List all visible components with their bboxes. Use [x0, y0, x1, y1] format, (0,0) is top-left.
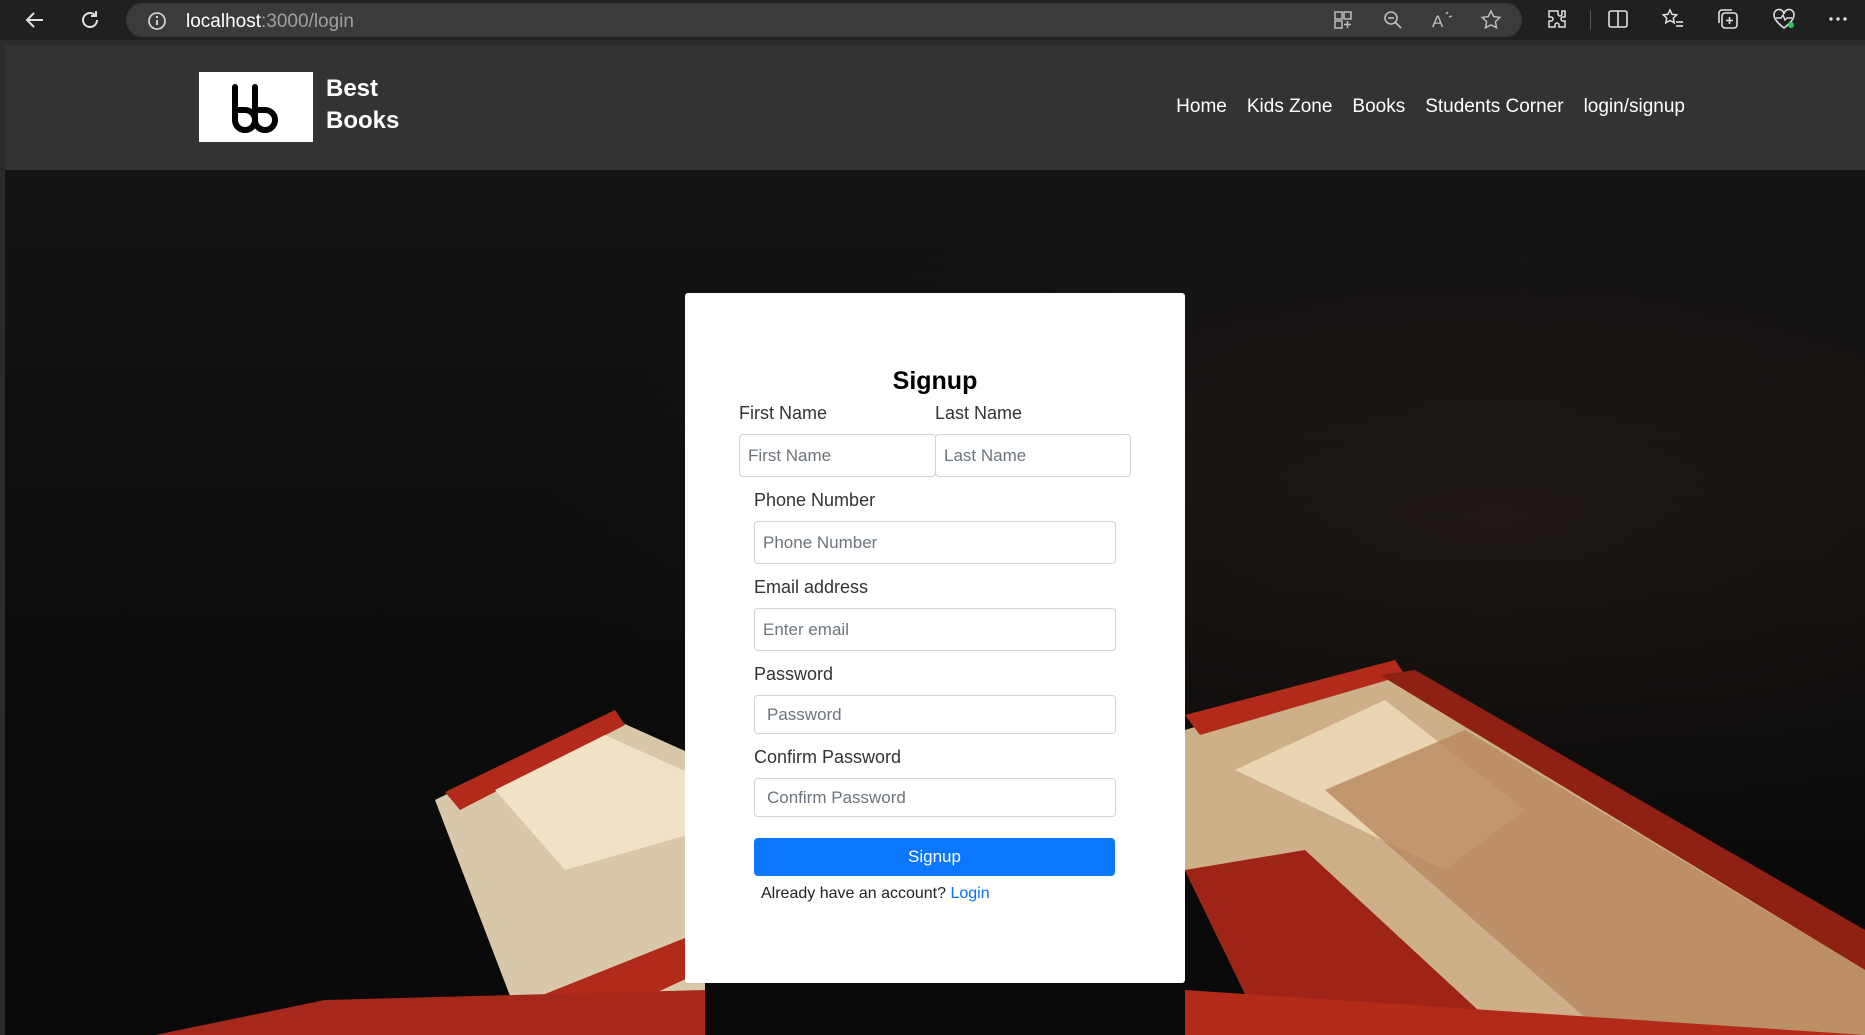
- refresh-icon[interactable]: [75, 6, 105, 34]
- nav-kids-zone[interactable]: Kids Zone: [1247, 96, 1333, 118]
- first-name-label: First Name: [739, 403, 828, 423]
- back-icon[interactable]: [20, 6, 50, 34]
- read-aloud-icon[interactable]: A: [1431, 9, 1455, 31]
- email-input[interactable]: [754, 608, 1116, 651]
- address-bar[interactable]: localhost:3000/login A: [126, 3, 1522, 37]
- nav-login-signup[interactable]: login/signup: [1584, 96, 1685, 118]
- last-name-input[interactable]: [935, 434, 1131, 477]
- signup-button[interactable]: Signup: [754, 838, 1115, 876]
- logo-mark: [232, 84, 278, 133]
- email-label: Email address: [754, 577, 869, 597]
- site-info-icon[interactable]: [147, 11, 167, 36]
- toolbar-divider: [1590, 10, 1591, 30]
- url-path: :3000/login: [261, 11, 354, 32]
- more-menu-icon[interactable]: [1826, 7, 1854, 33]
- account-prompt-text: Already have an account?: [761, 885, 947, 902]
- browser-health-icon[interactable]: [1771, 7, 1799, 33]
- phone-input[interactable]: [754, 521, 1116, 564]
- favorite-star-icon[interactable]: [1480, 9, 1504, 31]
- brand-name[interactable]: Best Books: [326, 73, 446, 137]
- page-viewport: Best Books Home Kids Zone Books Students…: [5, 45, 1865, 1035]
- login-prompt: Already have an account? Login: [761, 885, 990, 903]
- collections-icon[interactable]: [1716, 7, 1744, 33]
- confirm-password-label: Confirm Password: [754, 747, 902, 767]
- form-title: Signup: [892, 367, 978, 395]
- favorites-icon[interactable]: [1661, 7, 1689, 33]
- nav-books[interactable]: Books: [1352, 96, 1405, 118]
- last-name-label: Last Name: [935, 403, 1023, 423]
- extensions-icon[interactable]: [1545, 7, 1573, 33]
- brand-line-2: Books: [326, 107, 400, 134]
- first-name-input[interactable]: [739, 434, 936, 477]
- url-text[interactable]: localhost:3000/login: [186, 11, 354, 33]
- app-grid-icon[interactable]: [1332, 9, 1356, 31]
- nav-home[interactable]: Home: [1176, 96, 1227, 118]
- login-link[interactable]: Login: [950, 885, 989, 902]
- logo[interactable]: [199, 72, 313, 142]
- svg-text:A: A: [1432, 12, 1444, 31]
- signup-card: Signup First Name Last Name Phone Number…: [685, 293, 1185, 983]
- phone-label: Phone Number: [754, 490, 876, 510]
- site-header: Best Books Home Kids Zone Books Students…: [5, 45, 1865, 170]
- brand-line-1: Best: [326, 75, 379, 102]
- browser-toolbar: localhost:3000/login A: [0, 0, 1865, 40]
- password-input[interactable]: [754, 695, 1116, 734]
- password-label: Password: [754, 664, 834, 684]
- split-screen-icon[interactable]: [1606, 7, 1634, 33]
- main-nav: Home Kids Zone Books Students Corner log…: [1156, 96, 1685, 118]
- nav-students-corner[interactable]: Students Corner: [1425, 96, 1563, 118]
- zoom-out-icon[interactable]: [1382, 9, 1406, 31]
- confirm-password-input[interactable]: [754, 778, 1116, 817]
- url-host: localhost: [186, 11, 261, 32]
- hero-background: Signup First Name Last Name Phone Number…: [5, 170, 1865, 1035]
